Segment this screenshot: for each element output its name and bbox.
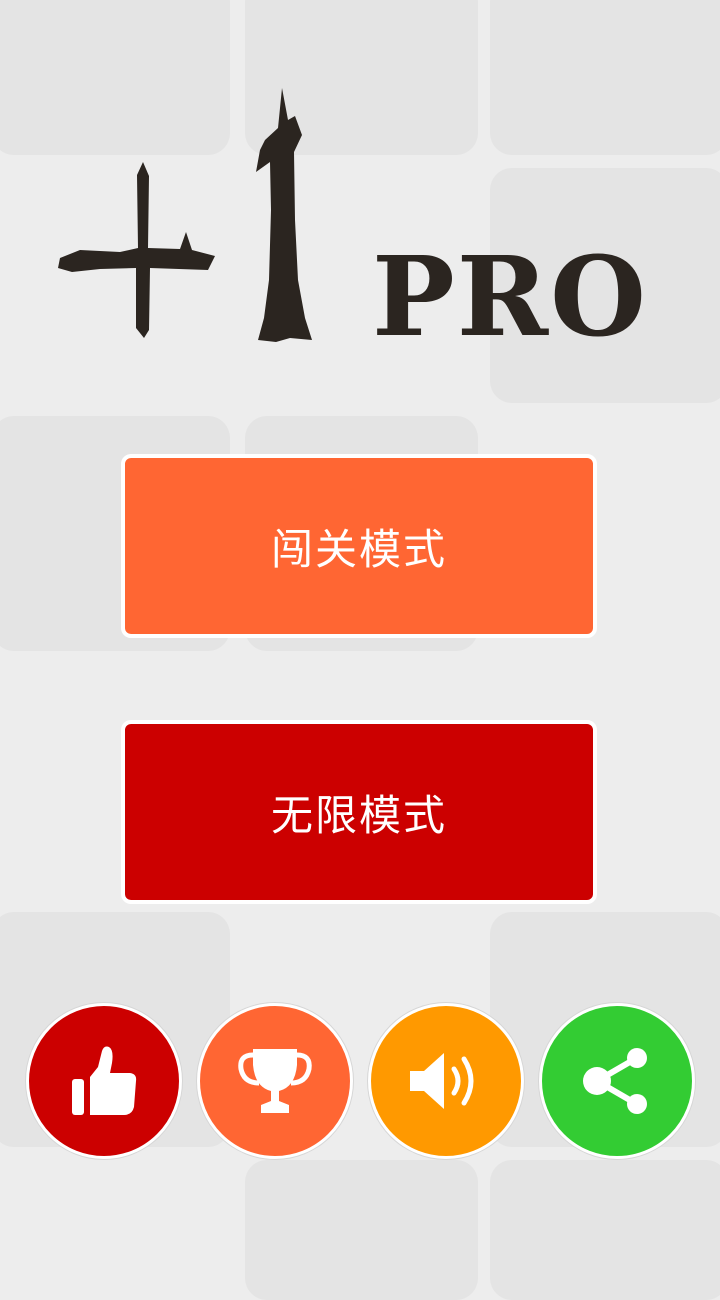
thumbs-up-icon [72, 1046, 137, 1115]
level-mode-label: 闯关模式 [270, 524, 447, 574]
level-mode-button[interactable]: 闯关模式 [121, 454, 597, 638]
sound-button[interactable] [368, 1003, 524, 1159]
background-tile [490, 1160, 720, 1300]
share-button[interactable] [539, 1003, 695, 1159]
trophy-icon [238, 1049, 312, 1113]
logo-pro: PRO [372, 232, 648, 350]
speaker-icon [410, 1053, 474, 1109]
rank-button[interactable] [197, 1003, 353, 1159]
endless-mode-button[interactable]: 无限模式 [121, 720, 597, 904]
background-tile [245, 1160, 478, 1300]
logo-one [256, 88, 312, 342]
game-logo: PRO [58, 88, 648, 350]
like-button[interactable] [26, 1003, 182, 1159]
endless-mode-label: 无限模式 [270, 790, 447, 840]
share-icon [583, 1048, 647, 1114]
logo-plus [58, 162, 215, 338]
